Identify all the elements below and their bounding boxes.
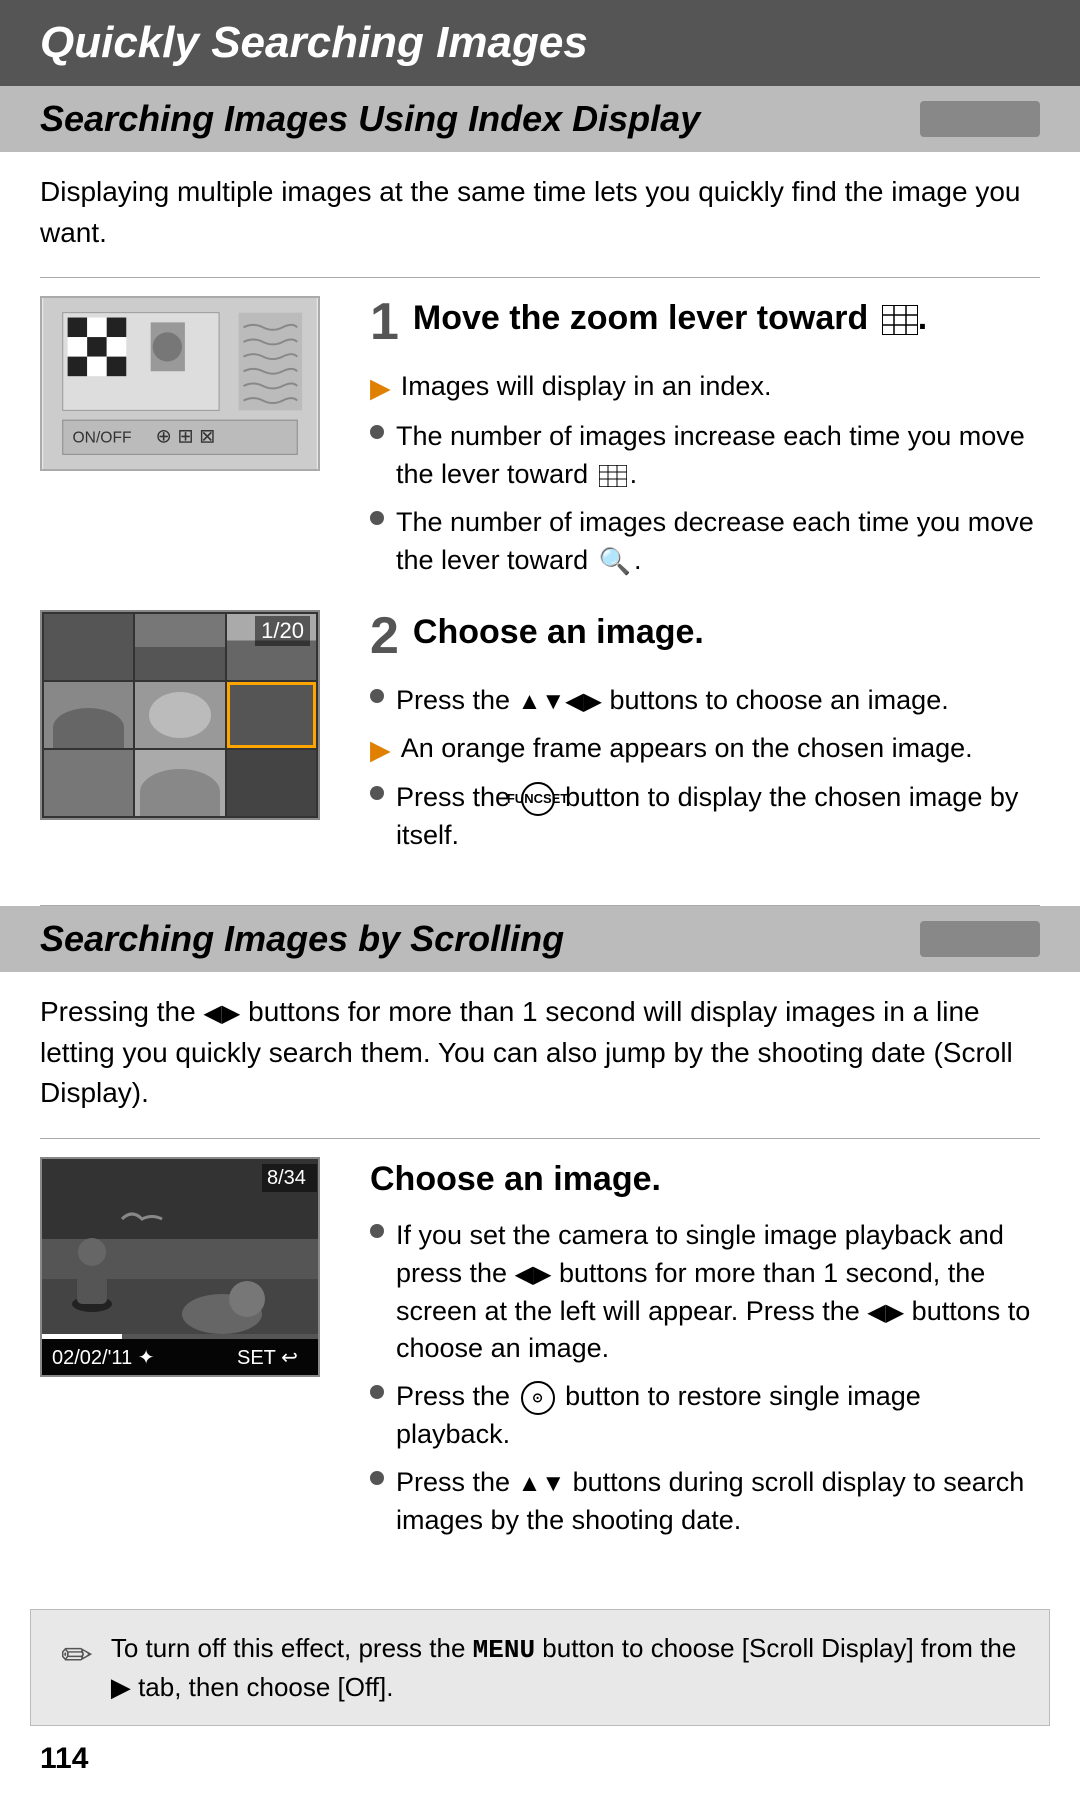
step-2-number: 2 (370, 610, 399, 662)
grid-icon-inline2 (599, 465, 627, 487)
camera-illustration: ON/OFF ⊕ ⊞ ⊠ (40, 296, 320, 471)
step-2-content: 2 Choose an image. Press the ▲▼◀▶ button… (370, 610, 1040, 865)
bullet-2-1: Press the ▲▼◀▶ buttons to choose an imag… (370, 682, 1040, 720)
page-wrapper: Quickly Searching Images Searching Image… (0, 0, 1080, 1806)
grid-cell-1 (44, 614, 133, 680)
note-box: ✏ To turn off this effect, press the MEN… (30, 1609, 1050, 1726)
dot-icon-7 (370, 1471, 384, 1485)
section-header-index: Searching Images Using Index Display (0, 86, 1080, 152)
step-2-title-wrapper: 2 Choose an image. (370, 610, 1040, 668)
ud-arrows-icon: ▲▼ (518, 1470, 566, 1497)
grid-illustration: 1/20 (40, 610, 320, 820)
step-1-bullets: ▶ Images will display in an index. The n… (370, 368, 1040, 579)
grid-cell-6 (227, 682, 316, 748)
scroll-step-row: 8/34 02/02/'11 ✦ SET ↩ Choose an image. (40, 1157, 1040, 1550)
dot-icon-2 (370, 511, 384, 525)
dot-icon-3 (370, 689, 384, 703)
svg-text:ON/OFF: ON/OFF (73, 430, 132, 447)
svg-text:02/02/'11 ✦: 02/02/'11 ✦ (52, 1347, 155, 1369)
bullet-1-3: The number of images decrease each time … (370, 504, 1040, 580)
step-1-image: ON/OFF ⊕ ⊞ ⊠ (40, 296, 340, 471)
step-1-title: Move the zoom lever toward . (413, 296, 927, 340)
note-text: To turn off this effect, press the MENU … (111, 1630, 1019, 1705)
dot-icon-5 (370, 1224, 384, 1238)
divider-1 (40, 277, 1040, 278)
menu-text: MENU (473, 1635, 535, 1665)
bullet-1-1: ▶ Images will display in an index. (370, 368, 1040, 408)
func-icon-1: FUNCSET (521, 782, 555, 816)
grid-counter: 1/20 (255, 616, 310, 646)
scroll-illustration: 8/34 02/02/'11 ✦ SET ↩ (40, 1157, 320, 1377)
step-1-row: ON/OFF ⊕ ⊞ ⊠ (40, 296, 1040, 589)
scroll-bullets: If you set the camera to single image pl… (370, 1217, 1040, 1539)
svg-text:⊕ ⊞ ⊠: ⊕ ⊞ ⊠ (156, 426, 216, 448)
scroll-bullet-3: Press the ▲▼ buttons during scroll displ… (370, 1464, 1040, 1540)
grid-cell-5 (135, 682, 224, 748)
arrow-icon-1: ▶ (370, 370, 391, 408)
grid-cell-8 (135, 750, 224, 816)
dot-icon-4 (370, 786, 384, 800)
index-intro: Displaying multiple images at the same t… (40, 172, 1040, 253)
lr-arrows-2: ◀▶ (515, 1261, 552, 1288)
section-header-decoration (920, 101, 1040, 137)
zoom-q-icon: 🔍 (599, 543, 631, 579)
page-number: 114 (40, 1742, 88, 1776)
grid-cell-2 (135, 614, 224, 680)
bullet-2-3: Press the FUNCSET button to display the … (370, 779, 1040, 855)
arrow-icon-2: ▶ (370, 732, 391, 770)
arrows-icon-1: ▲▼◀▶ (518, 688, 602, 715)
step-1-title-wrapper: 1 Move the zoom lever toward . (370, 296, 1040, 354)
section-header-scrolling: Searching Images by Scrolling (0, 906, 1080, 972)
step-2-image: 1/20 (40, 610, 340, 820)
divider-2 (40, 1138, 1040, 1139)
step-2-title: Choose an image. (413, 610, 704, 654)
section-title-scrolling: Searching Images by Scrolling (40, 918, 564, 960)
title-bar: Quickly Searching Images (0, 0, 1080, 86)
bullet-1-2: The number of images increase each time … (370, 418, 1040, 494)
scrolling-intro: Pressing the ◀▶ buttons for more than 1 … (40, 992, 1040, 1114)
dot-icon-6 (370, 1385, 384, 1399)
bullet-2-2: ▶ An orange frame appears on the chosen … (370, 730, 1040, 770)
lr-arrows-3: ◀▶ (867, 1299, 904, 1326)
scroll-step-title: Choose an image. (370, 1157, 1040, 1201)
page-title: Quickly Searching Images (40, 18, 1040, 68)
grid-cell-9 (227, 750, 316, 816)
svg-text:8/34: 8/34 (267, 1167, 306, 1189)
dot-icon-1 (370, 425, 384, 439)
note-icon: ✏ (61, 1630, 93, 1683)
index-display-content: Displaying multiple images at the same t… (0, 152, 1080, 905)
step-1-number: 1 (370, 296, 399, 348)
func-icon-2: ⊙ (521, 1381, 555, 1415)
grid-cell-4 (44, 682, 133, 748)
scroll-bullet-1: If you set the camera to single image pl… (370, 1217, 1040, 1368)
scroll-image: 8/34 02/02/'11 ✦ SET ↩ (40, 1157, 340, 1377)
grid-cell-7 (44, 750, 133, 816)
scroll-bullet-2: Press the ⊙ button to restore single ima… (370, 1378, 1040, 1454)
lr-arrows-icon: ◀▶ (203, 1000, 240, 1027)
section-title-index: Searching Images Using Index Display (40, 98, 700, 140)
grid-icon-inline (882, 305, 918, 335)
step-1-content: 1 Move the zoom lever toward . (370, 296, 1040, 589)
scrolling-content: Pressing the ◀▶ buttons for more than 1 … (0, 972, 1080, 1589)
step-2-bullets: Press the ▲▼◀▶ buttons to choose an imag… (370, 682, 1040, 855)
section-header-decoration-2 (920, 921, 1040, 957)
step-2-row: 1/20 (40, 610, 1040, 865)
scroll-step-content: Choose an image. If you set the camera t… (370, 1157, 1040, 1550)
svg-text:SET ↩: SET ↩ (237, 1347, 298, 1369)
